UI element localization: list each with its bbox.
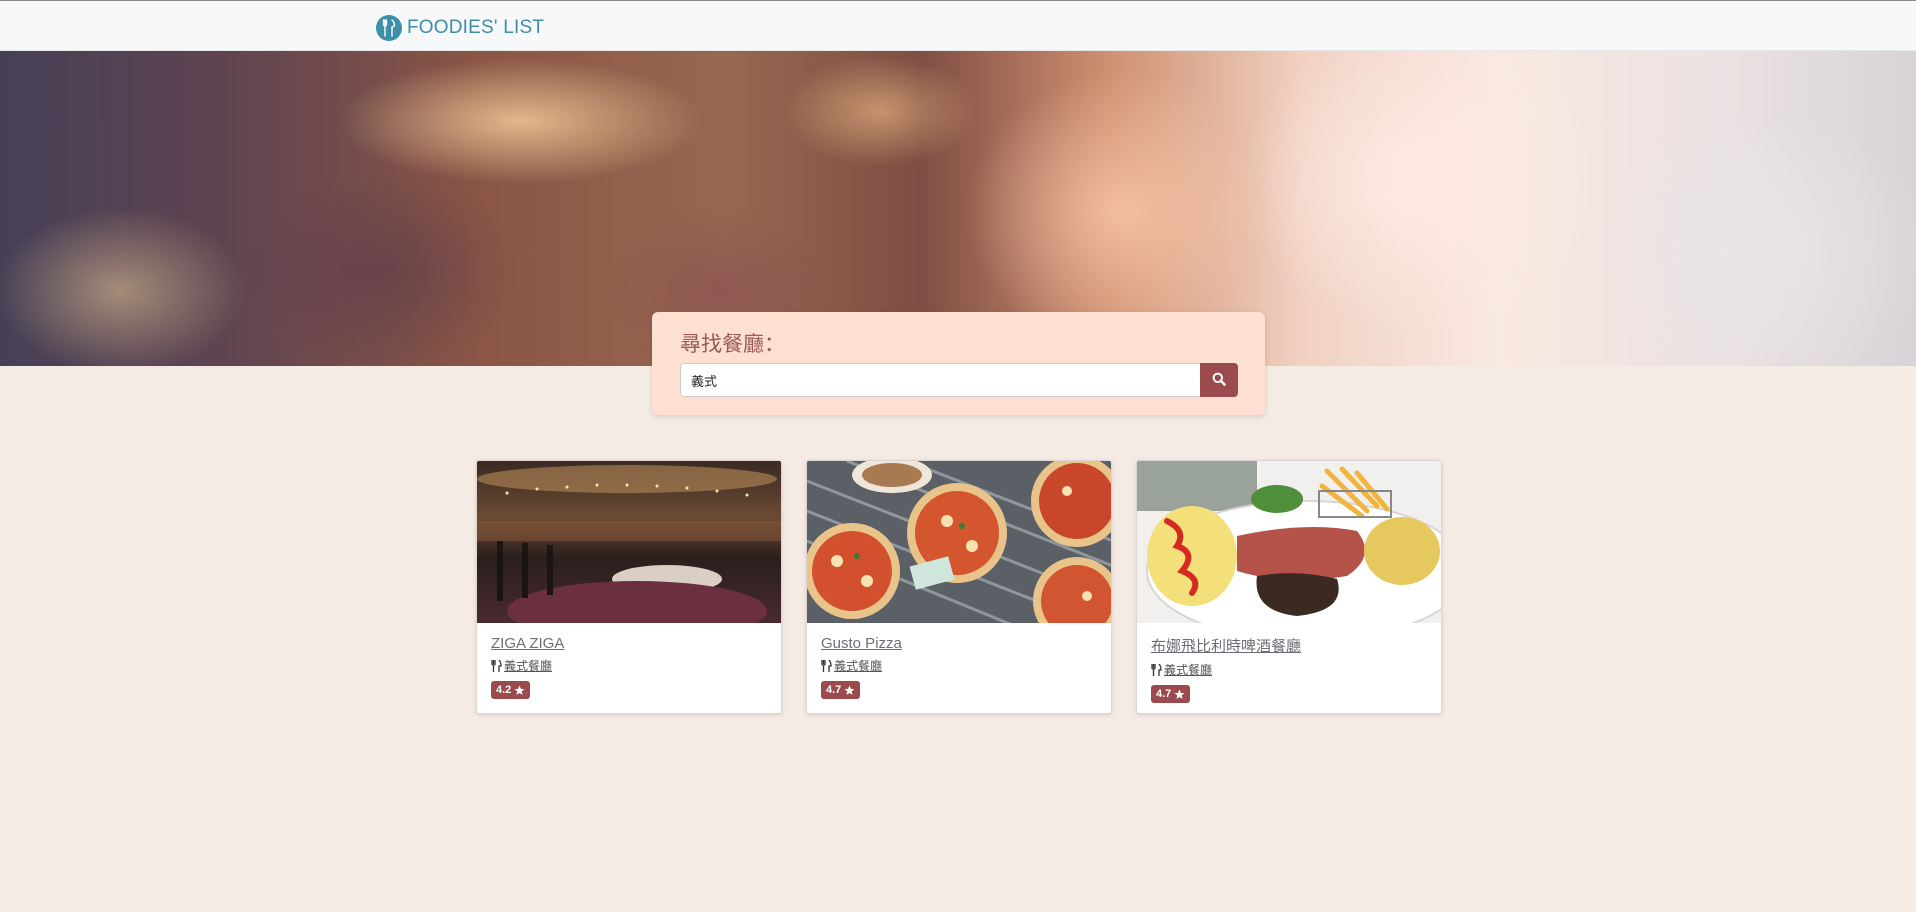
search-input[interactable] [680,363,1229,397]
restaurant-name-link[interactable]: ZIGA ZIGA [491,635,771,652]
restaurant-card[interactable]: ZIGA ZIGA 義式餐廳 4.2 [476,460,782,714]
restaurant-photo[interactable] [807,461,1112,623]
rating-value: 4.7 [826,684,842,696]
navbar: FOODIES' LIST [0,0,1916,51]
utensils-icon [1151,663,1162,676]
rating-badge: 4.2 [491,681,531,699]
star-icon [1174,689,1185,700]
search-panel: 尋找餐廳： [652,312,1265,415]
brand-name: FOODIES' LIST [407,17,545,38]
restaurant-card[interactable]: Gusto Pizza 義式餐廳 4.7 [806,460,1112,714]
fork-knife-icon [376,15,402,41]
restaurant-category[interactable]: 義式餐廳 [1151,661,1431,678]
restaurant-photo[interactable] [477,461,782,623]
restaurant-category-label: 義式餐廳 [1164,663,1213,677]
utensils-icon [491,659,502,672]
brand-link[interactable]: FOODIES' LIST [376,15,544,41]
star-icon [844,685,855,696]
utensils-icon [821,659,832,672]
restaurant-photo[interactable] [1137,461,1442,623]
search-button[interactable] [1200,363,1238,397]
search-icon [1212,372,1226,389]
restaurant-card[interactable]: 布娜飛比利時啤酒餐廳 義式餐廳 4.7 [1136,460,1442,714]
restaurant-category[interactable]: 義式餐廳 [491,657,771,674]
restaurant-category-label: 義式餐廳 [504,659,553,673]
rating-value: 4.7 [1156,688,1172,700]
restaurant-name-link[interactable]: Gusto Pizza [821,635,1101,652]
search-title: 尋找餐廳： [680,332,785,356]
star-icon [514,685,525,696]
restaurant-name-link[interactable]: 布娜飛比利時啤酒餐廳 [1151,635,1431,656]
restaurant-category-label: 義式餐廳 [834,659,883,673]
rating-badge: 4.7 [1151,685,1191,703]
rating-value: 4.2 [496,684,512,696]
rating-badge: 4.7 [821,681,861,699]
restaurant-category[interactable]: 義式餐廳 [821,657,1101,674]
